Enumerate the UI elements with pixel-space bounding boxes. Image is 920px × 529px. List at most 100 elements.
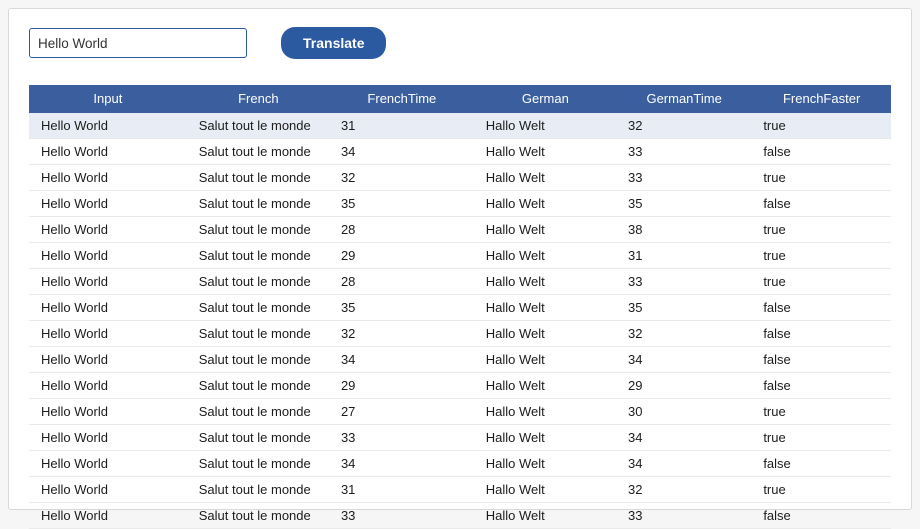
cell[interactable]: 33: [329, 503, 474, 529]
cell[interactable]: 28: [329, 269, 474, 295]
cell[interactable]: false: [751, 191, 891, 217]
cell[interactable]: Hello World: [29, 399, 187, 425]
cell[interactable]: Hallo Welt: [474, 399, 616, 425]
cell[interactable]: false: [751, 503, 891, 529]
cell[interactable]: Salut tout le monde: [187, 269, 329, 295]
column-header[interactable]: GermanTime: [616, 85, 751, 113]
cell[interactable]: 28: [329, 217, 474, 243]
cell[interactable]: Hallo Welt: [474, 139, 616, 165]
cell[interactable]: Salut tout le monde: [187, 295, 329, 321]
cell[interactable]: Hallo Welt: [474, 217, 616, 243]
cell[interactable]: 33: [616, 165, 751, 191]
column-header[interactable]: FrenchTime: [329, 85, 474, 113]
cell[interactable]: 29: [616, 373, 751, 399]
cell[interactable]: Hello World: [29, 165, 187, 191]
cell[interactable]: Hello World: [29, 425, 187, 451]
cell[interactable]: 29: [329, 243, 474, 269]
cell[interactable]: 35: [616, 295, 751, 321]
cell[interactable]: Hallo Welt: [474, 503, 616, 529]
cell[interactable]: Hello World: [29, 243, 187, 269]
cell[interactable]: Hello World: [29, 295, 187, 321]
cell[interactable]: Hallo Welt: [474, 373, 616, 399]
cell[interactable]: 34: [616, 425, 751, 451]
column-header[interactable]: French: [187, 85, 329, 113]
cell[interactable]: Salut tout le monde: [187, 451, 329, 477]
cell[interactable]: false: [751, 295, 891, 321]
cell[interactable]: Salut tout le monde: [187, 347, 329, 373]
cell[interactable]: Hello World: [29, 321, 187, 347]
translate-button[interactable]: Translate: [281, 27, 386, 59]
cell[interactable]: false: [751, 139, 891, 165]
cell[interactable]: 33: [329, 425, 474, 451]
cell[interactable]: Hello World: [29, 139, 187, 165]
cell[interactable]: 29: [329, 373, 474, 399]
cell[interactable]: 32: [616, 477, 751, 503]
cell[interactable]: true: [751, 269, 891, 295]
cell[interactable]: Hallo Welt: [474, 113, 616, 139]
cell[interactable]: Salut tout le monde: [187, 217, 329, 243]
cell[interactable]: Hallo Welt: [474, 295, 616, 321]
cell[interactable]: Hello World: [29, 347, 187, 373]
cell[interactable]: false: [751, 451, 891, 477]
cell[interactable]: 38: [616, 217, 751, 243]
cell[interactable]: Salut tout le monde: [187, 425, 329, 451]
cell[interactable]: 33: [616, 269, 751, 295]
cell[interactable]: true: [751, 477, 891, 503]
cell[interactable]: 35: [329, 295, 474, 321]
cell[interactable]: Salut tout le monde: [187, 399, 329, 425]
cell[interactable]: 35: [616, 191, 751, 217]
cell[interactable]: Hallo Welt: [474, 165, 616, 191]
cell[interactable]: 32: [329, 321, 474, 347]
cell[interactable]: 35: [329, 191, 474, 217]
cell[interactable]: Hallo Welt: [474, 269, 616, 295]
cell[interactable]: true: [751, 243, 891, 269]
cell[interactable]: 31: [616, 243, 751, 269]
cell[interactable]: Hallo Welt: [474, 451, 616, 477]
cell[interactable]: true: [751, 165, 891, 191]
cell[interactable]: 34: [329, 347, 474, 373]
cell[interactable]: Salut tout le monde: [187, 191, 329, 217]
cell[interactable]: false: [751, 373, 891, 399]
cell[interactable]: 33: [616, 139, 751, 165]
cell[interactable]: Hello World: [29, 191, 187, 217]
cell[interactable]: Hello World: [29, 269, 187, 295]
cell[interactable]: Hello World: [29, 451, 187, 477]
cell[interactable]: 32: [329, 165, 474, 191]
cell[interactable]: Salut tout le monde: [187, 113, 329, 139]
cell[interactable]: Hello World: [29, 217, 187, 243]
cell[interactable]: Salut tout le monde: [187, 243, 329, 269]
cell[interactable]: Hallo Welt: [474, 425, 616, 451]
cell[interactable]: 33: [616, 503, 751, 529]
cell[interactable]: true: [751, 399, 891, 425]
cell[interactable]: 34: [329, 451, 474, 477]
cell[interactable]: Hallo Welt: [474, 477, 616, 503]
cell[interactable]: Hallo Welt: [474, 243, 616, 269]
cell[interactable]: Hello World: [29, 477, 187, 503]
cell[interactable]: 34: [616, 451, 751, 477]
cell[interactable]: Salut tout le monde: [187, 139, 329, 165]
cell[interactable]: false: [751, 347, 891, 373]
cell[interactable]: 34: [329, 139, 474, 165]
cell[interactable]: Salut tout le monde: [187, 321, 329, 347]
cell[interactable]: Salut tout le monde: [187, 503, 329, 529]
cell[interactable]: 30: [616, 399, 751, 425]
results-table[interactable]: InputFrenchFrenchTimeGermanGermanTimeFre…: [29, 85, 891, 529]
cell[interactable]: Salut tout le monde: [187, 165, 329, 191]
source-text-input[interactable]: [29, 28, 247, 58]
cell[interactable]: true: [751, 425, 891, 451]
cell[interactable]: Hello World: [29, 503, 187, 529]
cell[interactable]: Salut tout le monde: [187, 477, 329, 503]
cell[interactable]: true: [751, 113, 891, 139]
cell[interactable]: 32: [616, 321, 751, 347]
cell[interactable]: Hallo Welt: [474, 347, 616, 373]
cell[interactable]: 34: [616, 347, 751, 373]
cell[interactable]: Hallo Welt: [474, 321, 616, 347]
column-header[interactable]: FrenchFaster: [751, 85, 891, 113]
column-header[interactable]: Input: [29, 85, 187, 113]
cell[interactable]: true: [751, 217, 891, 243]
cell[interactable]: 32: [616, 113, 751, 139]
cell[interactable]: Hallo Welt: [474, 191, 616, 217]
cell[interactable]: 31: [329, 113, 474, 139]
cell[interactable]: Hello World: [29, 373, 187, 399]
column-header[interactable]: German: [474, 85, 616, 113]
